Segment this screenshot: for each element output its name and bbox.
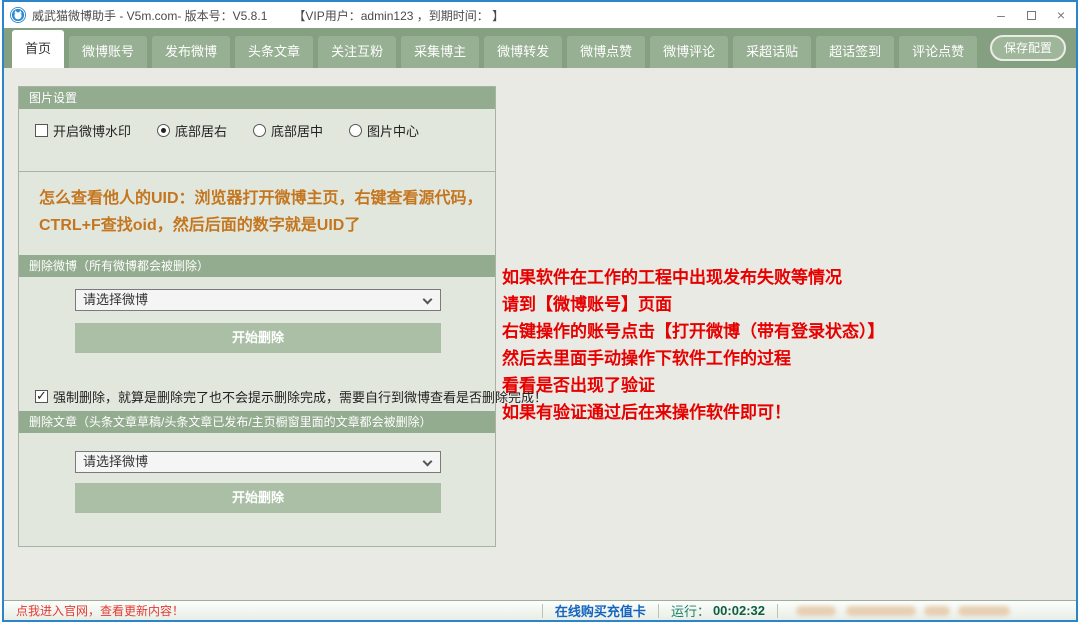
tab-weibo-account[interactable]: 微博账号	[69, 36, 147, 68]
radio-bottom-right[interactable]: 底部居右	[157, 121, 227, 140]
image-settings-header: 图片设置	[19, 87, 495, 109]
censored-region	[790, 603, 1018, 619]
cat-app-icon	[10, 7, 26, 23]
radio-image-center-label: 图片中心	[367, 121, 419, 140]
delete-weibo-start-button[interactable]: 开始删除	[75, 323, 441, 353]
notice-line: 然后去里面手动操作下软件工作的过程	[502, 345, 1068, 372]
chevron-down-icon	[423, 457, 433, 467]
tab-bar: 首页 微博账号 发布微博 头条文章 关注互粉 采集博主 微博转发 微博点赞 微博…	[4, 28, 1076, 68]
checkbox-checked-icon[interactable]	[35, 390, 48, 403]
statusbar-divider	[542, 604, 543, 618]
radio-icon[interactable]	[157, 124, 170, 137]
radio-image-center[interactable]: 图片中心	[349, 121, 419, 140]
radio-bottom-center[interactable]: 底部居中	[253, 121, 323, 140]
tab-weibo-repost[interactable]: 微博转发	[484, 36, 562, 68]
tab-weibo-comment[interactable]: 微博评论	[650, 36, 728, 68]
image-settings-row: 开启微博水印 底部居右 底部居中 图片中心	[35, 121, 445, 140]
maximize-icon	[1027, 11, 1036, 20]
settings-column: 图片设置 开启微博水印 底部居右 底部居中 图片中心	[18, 86, 496, 547]
delete-article-start-button[interactable]: 开始删除	[75, 483, 441, 513]
delete-article-header: 删除文章（头条文章草稿/头条文章已发布/主页橱窗里面的文章都会被删除）	[19, 411, 495, 433]
run-time-value: 00:02:32	[713, 603, 765, 618]
tab-collect-bloggers[interactable]: 采集博主	[401, 36, 479, 68]
statusbar-divider	[777, 604, 778, 618]
main-content: 图片设置 开启微博水印 底部居右 底部居中 图片中心	[4, 68, 1076, 600]
delete-weibo-account-select[interactable]: 请选择微博	[75, 289, 441, 311]
section-divider	[19, 171, 495, 172]
statusbar-divider	[658, 604, 659, 618]
force-delete-label: 强制删除，就算是删除完了也不会提示删除完成，需要自行到微博查看是否删除完成！	[53, 387, 547, 406]
window-title: 威武猫微博助手 - V5m.com- 版本号：V5.8.1	[32, 7, 267, 24]
tab-follow-mutual[interactable]: 关注互粉	[318, 36, 396, 68]
status-bar: 点我进入官网，查看更新内容！ 在线购买充值卡 运行： 00:02:32	[4, 600, 1076, 620]
vip-user-info: 【VIP用户：admin123 ，到期时间： 】	[293, 7, 504, 24]
radio-icon[interactable]	[349, 124, 362, 137]
delete-article-select-value: 请选择微博	[83, 454, 148, 469]
buy-card-link[interactable]: 在线购买充值卡	[555, 601, 646, 620]
save-config-button[interactable]: 保存配置	[990, 35, 1066, 61]
checkbox-icon[interactable]	[35, 124, 48, 137]
uid-tip-line1: 怎么查看他人的UID：浏览器打开微博主页，右键查看源代码，	[39, 185, 485, 212]
close-button[interactable]: ×	[1046, 2, 1076, 28]
tab-comment-like[interactable]: 评论点赞	[899, 36, 977, 68]
tab-supertopic-checkin[interactable]: 超话签到	[816, 36, 894, 68]
tab-collect-supertopic[interactable]: 采超话贴	[733, 36, 811, 68]
notice-line: 请到【微博账号】页面	[502, 291, 1068, 318]
tab-toutiao-article[interactable]: 头条文章	[235, 36, 313, 68]
notice-line: 右键操作的账号点击【打开微博（带有登录状态）】	[502, 318, 1068, 345]
notice-line: 如果有验证通过后在来操作软件即可！	[502, 399, 1068, 426]
uid-tip-line2: CTRL+F查找oid，然后后面的数字就是UID了	[39, 212, 485, 239]
tab-weibo-like[interactable]: 微博点赞	[567, 36, 645, 68]
watermark-checkbox-label: 开启微博水印	[53, 121, 131, 140]
radio-icon[interactable]	[253, 124, 266, 137]
minimize-button[interactable]: –	[986, 2, 1016, 28]
notice-line: 看看是否出现了验证	[502, 372, 1068, 399]
run-time-label: 运行：	[671, 601, 710, 620]
official-site-link[interactable]: 点我进入官网，查看更新内容！	[16, 602, 184, 619]
watermark-checkbox[interactable]: 开启微博水印	[35, 121, 131, 140]
delete-weibo-header: 删除微博（所有微博都会被删除）	[19, 255, 495, 277]
title-bar: 威武猫微博助手 - V5m.com- 版本号：V5.8.1 【VIP用户：adm…	[4, 2, 1076, 28]
force-delete-checkbox[interactable]: 强制删除，就算是删除完了也不会提示删除完成，需要自行到微博查看是否删除完成！	[35, 387, 547, 406]
app-window: 威武猫微博助手 - V5m.com- 版本号：V5.8.1 【VIP用户：adm…	[2, 0, 1078, 622]
delete-article-account-select[interactable]: 请选择微博	[75, 451, 441, 473]
radio-bottom-center-label: 底部居中	[271, 121, 323, 140]
maximize-button[interactable]	[1016, 2, 1046, 28]
tab-home[interactable]: 首页	[12, 30, 64, 68]
tab-post-weibo[interactable]: 发布微博	[152, 36, 230, 68]
notice-line: 如果软件在工作的工程中出现发布失败等情况	[502, 264, 1068, 291]
delete-weibo-select-value: 请选择微博	[83, 292, 148, 307]
radio-bottom-right-label: 底部居右	[175, 121, 227, 140]
troubleshooting-notice: 如果软件在工作的工程中出现发布失败等情况 请到【微博账号】页面 右键操作的账号点…	[502, 264, 1068, 426]
chevron-down-icon	[423, 295, 433, 305]
